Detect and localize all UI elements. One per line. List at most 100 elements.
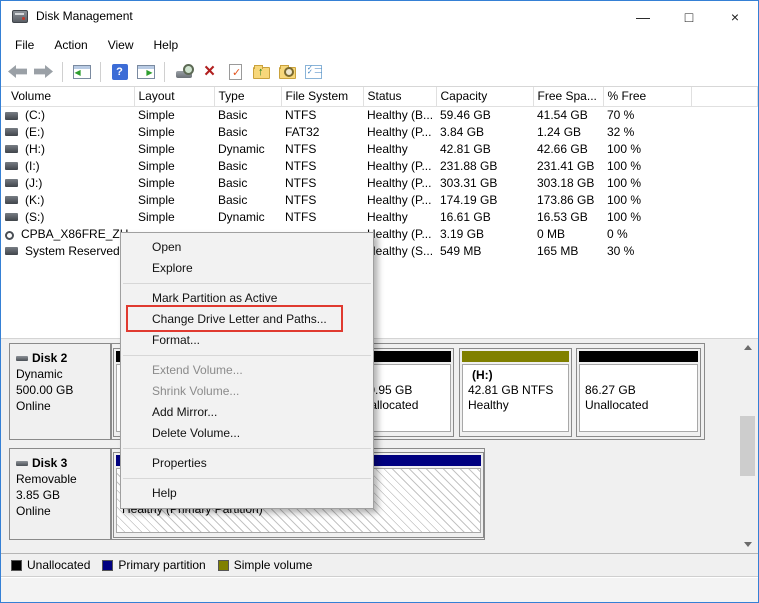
list-view-icon[interactable]: ▶ (135, 62, 156, 82)
folder-search-icon[interactable] (277, 62, 298, 82)
col-type[interactable]: Type (214, 87, 281, 106)
volume-row-c[interactable]: (C:) Simple Basic NTFS Healthy (B... 59.… (1, 106, 758, 123)
menu-item-open[interactable]: Open (121, 237, 373, 258)
legend-swatch (218, 560, 229, 571)
legend-label: Unallocated (27, 558, 90, 572)
cell-capacity: 16.61 GB (436, 208, 533, 225)
cell-type: Basic (214, 174, 281, 191)
help-icon[interactable]: ? (109, 62, 130, 82)
drive-icon (5, 112, 18, 120)
disk-status: Online (16, 503, 110, 519)
maximize-button[interactable]: □ (666, 1, 712, 32)
volume-row-cpba[interactable]: CPBA_X86FRE_ZH Healthy (P... 3.19 GB 0 M… (1, 225, 758, 242)
cell-fs: NTFS (281, 140, 363, 157)
col-layout[interactable]: Layout (134, 87, 214, 106)
toolbar-separator (164, 62, 165, 82)
scroll-up-icon[interactable] (739, 339, 756, 356)
legend-bar: Unallocated Primary partition Simple vol… (1, 553, 758, 577)
cell-capacity: 3.84 GB (436, 123, 533, 140)
commit-check-icon[interactable] (225, 62, 246, 82)
cell-layout: Simple (134, 106, 214, 123)
menu-item-explore[interactable]: Explore (121, 258, 373, 279)
forward-icon[interactable] (33, 62, 54, 82)
disk-name: Disk 2 (32, 351, 67, 365)
cell-free: 303.18 GB (533, 174, 603, 191)
legend-primary-partition: Primary partition (102, 558, 205, 572)
cell-type: Basic (214, 157, 281, 174)
back-icon[interactable] (7, 62, 28, 82)
col-status[interactable]: Status (363, 87, 436, 106)
menu-separator (123, 283, 371, 284)
disk2-volume-h[interactable]: (H:) 42.81 GB NTFS Healthy (459, 348, 572, 437)
disk-type: Removable (16, 471, 110, 487)
cell-pct: 100 % (603, 174, 691, 191)
volume-row-s[interactable]: (S:) Simple Dynamic NTFS Healthy 16.61 G… (1, 208, 758, 225)
scroll-down-icon[interactable] (739, 536, 756, 553)
cell-free: 41.54 GB (533, 106, 603, 123)
menu-item-format[interactable]: Format... (121, 330, 373, 351)
disk3-label[interactable]: Disk 3 Removable 3.85 GB Online (9, 448, 111, 540)
rescan-disk-icon[interactable] (173, 62, 194, 82)
menu-item-delete-volume[interactable]: Delete Volume... (121, 423, 373, 444)
disk2-unallocated-2[interactable]: 86.27 GB Unallocated (576, 348, 701, 437)
volume-list: Volume Layout Type File System Status Ca… (1, 87, 758, 338)
scrollbar-thumb[interactable] (740, 416, 755, 476)
disc-icon (5, 231, 14, 240)
drive-icon (5, 179, 18, 187)
cell-fs: NTFS (281, 106, 363, 123)
close-button[interactable]: × (712, 1, 758, 32)
menu-item-extend-volume: Extend Volume... (121, 360, 373, 381)
cell-pct: 32 % (603, 123, 691, 140)
disk-name: Disk 3 (32, 456, 67, 470)
menu-separator (123, 478, 371, 479)
col-file-system[interactable]: File System (281, 87, 363, 106)
minimize-button[interactable]: — (620, 1, 666, 32)
menu-action[interactable]: Action (44, 35, 97, 55)
cell-status: Healthy (P... (363, 174, 436, 191)
toolbar: ◀ ? ▶ × (1, 57, 758, 87)
legend-swatch (102, 560, 113, 571)
menu-item-properties[interactable]: Properties (121, 453, 373, 474)
col-free-space[interactable]: Free Spa... (533, 87, 603, 106)
tree-view-icon[interactable]: ◀ (71, 62, 92, 82)
cell-status: Healthy (P... (363, 123, 436, 140)
status-bar (1, 578, 758, 602)
volume-row-k[interactable]: (K:) Simple Basic NTFS Healthy (P... 174… (1, 191, 758, 208)
folder-up-icon[interactable] (251, 62, 272, 82)
cell-free: 231.41 GB (533, 157, 603, 174)
volume-row-e[interactable]: (E:) Simple Basic FAT32 Healthy (P... 3.… (1, 123, 758, 140)
cell-pct: 100 % (603, 191, 691, 208)
drive-icon (5, 196, 18, 204)
cell-type: Basic (214, 191, 281, 208)
volume-row-i[interactable]: (I:) Simple Basic NTFS Healthy (P... 231… (1, 157, 758, 174)
volume-name: CPBA_X86FRE_ZH (21, 227, 128, 241)
col-volume[interactable]: Volume (1, 87, 134, 106)
menu-item-add-mirror[interactable]: Add Mirror... (121, 402, 373, 423)
volume-row-h[interactable]: (H:) Simple Dynamic NTFS Healthy 42.81 G… (1, 140, 758, 157)
cell-free: 165 MB (533, 242, 603, 259)
vertical-scrollbar[interactable] (739, 339, 756, 553)
cell-status: Healthy (P... (363, 191, 436, 208)
partition-color-band (462, 351, 569, 362)
task-list-icon[interactable] (303, 62, 324, 82)
cell-type: Basic (214, 123, 281, 140)
delete-icon[interactable]: × (199, 62, 220, 82)
volume-row-j[interactable]: (J:) Simple Basic NTFS Healthy (P... 303… (1, 174, 758, 191)
col-pct-free[interactable]: % Free (603, 87, 691, 106)
menu-file[interactable]: File (5, 35, 44, 55)
menu-view[interactable]: View (98, 35, 144, 55)
cell-capacity: 549 MB (436, 242, 533, 259)
toolbar-separator (62, 62, 63, 82)
volume-row-system-reserved[interactable]: System Reserved Healthy (S... 549 MB 165… (1, 242, 758, 259)
disk-icon (16, 461, 28, 466)
menu-item-help[interactable]: Help (121, 483, 373, 504)
cell-capacity: 59.46 GB (436, 106, 533, 123)
partition-status: Healthy (468, 398, 568, 413)
menu-help[interactable]: Help (144, 35, 189, 55)
cell-layout: Simple (134, 191, 214, 208)
col-capacity[interactable]: Capacity (436, 87, 533, 106)
partition-color-band (579, 351, 698, 362)
cell-pct: 100 % (603, 140, 691, 157)
disk2-label[interactable]: Disk 2 Dynamic 500.00 GB Online (9, 343, 111, 440)
disk-management-window: Disk Management — □ × File Action View H… (0, 0, 759, 603)
